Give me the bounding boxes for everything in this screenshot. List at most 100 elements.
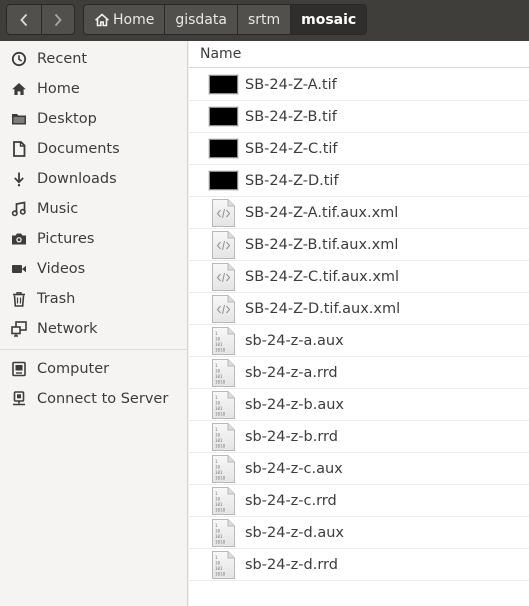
computer-icon bbox=[10, 361, 27, 378]
sidebar-divider bbox=[0, 349, 187, 350]
svg-text:10: 10 bbox=[215, 400, 221, 405]
file-row[interactable]: SB-24-Z-A.tif bbox=[189, 69, 529, 101]
sidebar-item-music[interactable]: Music bbox=[0, 194, 187, 224]
svg-text:101: 101 bbox=[215, 470, 223, 475]
sidebar-item-desktop[interactable]: Desktop bbox=[0, 104, 187, 134]
sidebar-item-pictures[interactable]: Pictures bbox=[0, 224, 187, 254]
sidebar-item-connect-to-server[interactable]: Connect to Server bbox=[0, 384, 187, 414]
svg-text:101: 101 bbox=[215, 502, 223, 507]
sidebar-item-label: Computer bbox=[37, 361, 110, 377]
image-thumbnail-icon bbox=[208, 135, 238, 163]
column-header-label: Name bbox=[200, 46, 242, 62]
image-thumbnail-icon bbox=[208, 103, 238, 131]
file-row[interactable]: SB-24-Z-B.tif.aux.xml bbox=[189, 229, 529, 261]
video-icon bbox=[10, 261, 27, 278]
svg-text:10: 10 bbox=[215, 528, 221, 533]
sidebar-item-network[interactable]: Network bbox=[0, 314, 187, 344]
file-name: SB-24-Z-D.tif bbox=[245, 172, 339, 189]
xml-file-icon bbox=[208, 230, 238, 259]
sidebar-item-recent[interactable]: Recent bbox=[0, 44, 187, 74]
file-name: SB-24-Z-B.tif bbox=[245, 108, 337, 125]
sidebar-item-label: Connect to Server bbox=[37, 391, 169, 407]
file-name: SB-24-Z-A.tif.aux.xml bbox=[245, 204, 399, 221]
svg-text:101: 101 bbox=[215, 438, 223, 443]
forward-button[interactable] bbox=[40, 5, 75, 34]
file-row[interactable]: SB-24-Z-B.tif bbox=[189, 101, 529, 133]
sidebar-item-trash[interactable]: Trash bbox=[0, 284, 187, 314]
image-thumbnail-icon bbox=[208, 167, 238, 195]
breadcrumb-label: srtm bbox=[247, 11, 281, 28]
document-icon bbox=[10, 141, 27, 158]
svg-text:1010: 1010 bbox=[215, 347, 226, 352]
svg-text:1010: 1010 bbox=[215, 507, 226, 512]
sidebar-item-documents[interactable]: Documents bbox=[0, 134, 187, 164]
file-row[interactable]: 1 10 101 1010 sb-24-z-d.rrd bbox=[189, 549, 529, 581]
file-row[interactable]: SB-24-Z-C.tif bbox=[189, 133, 529, 165]
binary-file-icon: 1 10 101 1010 bbox=[208, 550, 238, 579]
sidebar-item-downloads[interactable]: Downloads bbox=[0, 164, 187, 194]
back-button[interactable] bbox=[7, 5, 41, 34]
file-row[interactable]: SB-24-Z-A.tif.aux.xml bbox=[189, 197, 529, 229]
breadcrumb-mosaic[interactable]: mosaic bbox=[290, 5, 367, 34]
file-row[interactable]: 1 10 101 1010 sb-24-z-c.rrd bbox=[189, 485, 529, 517]
history-nav bbox=[6, 4, 75, 35]
svg-text:1010: 1010 bbox=[215, 379, 226, 384]
file-row[interactable]: 1 10 101 1010 sb-24-z-b.rrd bbox=[189, 421, 529, 453]
file-row[interactable]: 1 10 101 1010 sb-24-z-c.aux bbox=[189, 453, 529, 485]
file-name: sb-24-z-c.rrd bbox=[245, 492, 337, 509]
file-row[interactable]: 1 10 101 1010 sb-24-z-a.rrd bbox=[189, 357, 529, 389]
chevron-right-icon bbox=[54, 13, 62, 26]
file-name: sb-24-z-b.rrd bbox=[245, 428, 338, 445]
sidebar-item-videos[interactable]: Videos bbox=[0, 254, 187, 284]
svg-text:10: 10 bbox=[215, 336, 221, 341]
binary-file-icon: 1 10 101 1010 bbox=[208, 486, 238, 515]
download-icon bbox=[10, 171, 27, 188]
sidebar-item-label: Downloads bbox=[37, 171, 117, 187]
file-name: SB-24-Z-C.tif bbox=[245, 140, 338, 157]
svg-text:1010: 1010 bbox=[215, 443, 226, 448]
file-row[interactable]: SB-24-Z-C.tif.aux.xml bbox=[189, 261, 529, 293]
sidebar-item-label: Trash bbox=[37, 291, 76, 307]
home-icon bbox=[10, 81, 27, 98]
home-icon bbox=[94, 12, 110, 27]
file-name: sb-24-z-b.aux bbox=[245, 396, 344, 413]
svg-text:101: 101 bbox=[215, 534, 223, 539]
file-name: SB-24-Z-C.tif.aux.xml bbox=[245, 268, 400, 285]
file-name: sb-24-z-d.rrd bbox=[245, 556, 338, 573]
file-row[interactable]: 1 10 101 1010 sb-24-z-b.aux bbox=[189, 389, 529, 421]
chevron-left-icon bbox=[20, 13, 27, 26]
sidebar-item-home[interactable]: Home bbox=[0, 74, 187, 104]
file-row[interactable]: 1 10 101 1010 sb-24-z-a.aux bbox=[189, 325, 529, 357]
svg-text:10: 10 bbox=[215, 464, 221, 469]
image-thumbnail-icon bbox=[208, 71, 238, 99]
breadcrumb-home[interactable]: Home bbox=[84, 5, 164, 34]
xml-file-icon bbox=[208, 198, 238, 227]
sidebar-item-label: Network bbox=[37, 321, 98, 337]
file-row[interactable]: SB-24-Z-D.tif bbox=[189, 165, 529, 197]
trash-icon bbox=[10, 291, 27, 308]
file-name: sb-24-z-a.aux bbox=[245, 332, 344, 349]
server-icon bbox=[10, 391, 27, 408]
breadcrumb-gisdata[interactable]: gisdata bbox=[164, 5, 237, 34]
breadcrumb-srtm[interactable]: srtm bbox=[236, 5, 290, 34]
svg-text:10: 10 bbox=[215, 432, 221, 437]
music-icon bbox=[10, 201, 27, 218]
file-row[interactable]: 1 10 101 1010 sb-24-z-d.aux bbox=[189, 517, 529, 549]
svg-text:1010: 1010 bbox=[215, 539, 226, 544]
breadcrumb-label: gisdata bbox=[175, 11, 227, 28]
xml-file-icon bbox=[208, 262, 238, 291]
sidebar-item-computer[interactable]: Computer bbox=[0, 354, 187, 384]
network-icon bbox=[10, 321, 27, 338]
camera-icon bbox=[10, 231, 27, 248]
svg-text:10: 10 bbox=[215, 560, 221, 565]
file-row[interactable]: SB-24-Z-D.tif.aux.xml bbox=[189, 293, 529, 325]
binary-file-icon: 1 10 101 1010 bbox=[208, 358, 238, 387]
sidebar-item-label: Documents bbox=[37, 141, 120, 157]
svg-text:10: 10 bbox=[215, 368, 221, 373]
sidebar-item-label: Pictures bbox=[37, 231, 95, 247]
column-header-name[interactable]: Name bbox=[189, 41, 529, 68]
file-name: SB-24-Z-A.tif bbox=[245, 76, 337, 93]
clock-icon bbox=[10, 51, 27, 68]
svg-text:1010: 1010 bbox=[215, 571, 226, 576]
sidebar-item-label: Videos bbox=[37, 261, 86, 277]
